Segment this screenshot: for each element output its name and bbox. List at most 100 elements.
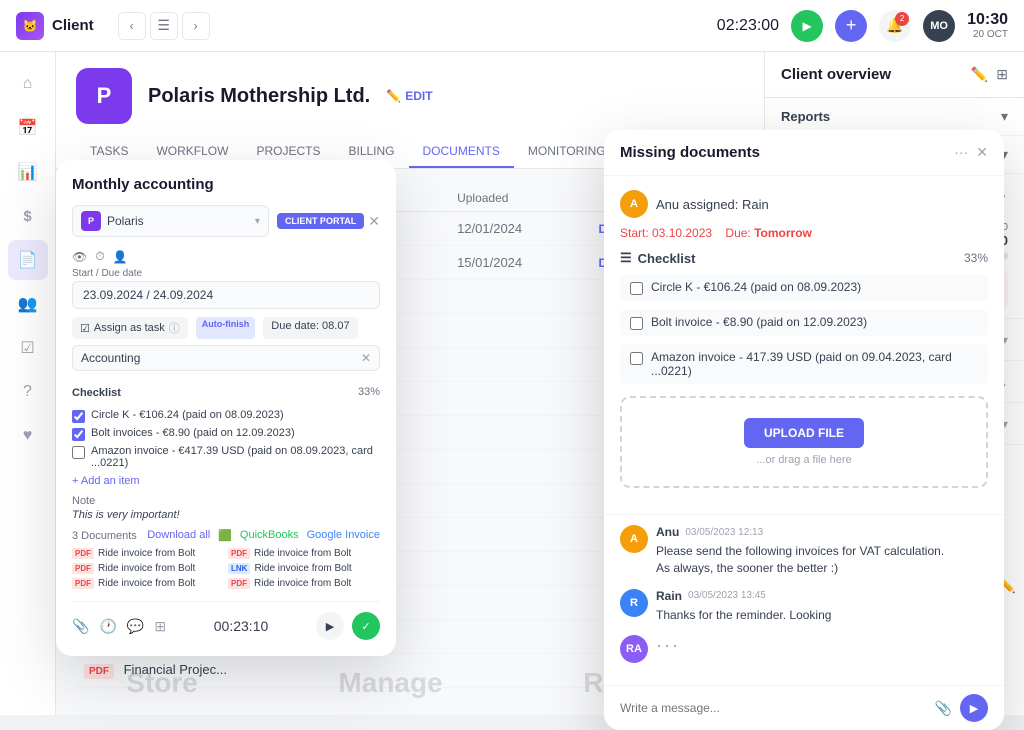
- doc-cell-uploaded: [449, 552, 590, 586]
- docs-header: 3 Documents Download all 🟩 QuickBooks Go…: [72, 529, 380, 542]
- modal-doc-item[interactable]: PDF Ride invoice from Bolt: [228, 578, 380, 589]
- sidebar-item-help[interactable]: ?: [8, 372, 48, 412]
- client-selector[interactable]: P Polaris ▾: [72, 205, 269, 237]
- doc-icon: LNK: [228, 563, 250, 574]
- upload-button[interactable]: UPLOAD FILE: [744, 418, 864, 448]
- due-date-badge[interactable]: Due date: 08.07: [263, 317, 357, 339]
- eye-icon: 👁: [72, 250, 87, 264]
- nav-list-button[interactable]: ☰: [150, 12, 178, 40]
- chat-date: 03/05/2023 13:45: [688, 590, 766, 601]
- missing-checklist-section: ☰ Checklist 33% Circle K - €106.24 (paid…: [620, 250, 988, 384]
- docs-actions: Download all 🟩 QuickBooks Google Invoice: [147, 529, 380, 542]
- checklist-checkbox[interactable]: [72, 428, 85, 441]
- sidebar-item-users[interactable]: 👥: [8, 284, 48, 324]
- modal-close-icon[interactable]: ✕: [368, 213, 380, 230]
- more-icon[interactable]: ···: [954, 144, 968, 161]
- download-all-link[interactable]: Download all: [147, 529, 210, 542]
- checklist-checkbox[interactable]: [72, 446, 85, 459]
- sidebar-item-calendar[interactable]: 📅: [8, 108, 48, 148]
- sidebar-item-billing[interactable]: $: [8, 196, 48, 236]
- chat-section: A Anu 03/05/2023 12:13 Please send the f…: [604, 514, 1004, 685]
- topic-row[interactable]: Accounting ✕: [72, 345, 380, 371]
- top-bar: 🐱 Client ‹ ☰ › 02:23:00 ▶ + 🔔 2 MO 10:30…: [0, 0, 1024, 52]
- missing-checklist-items: Circle K - €106.24 (paid on 08.09.2023) …: [620, 274, 988, 384]
- share-icon[interactable]: ⊞: [154, 618, 166, 635]
- client-name-row: Polaris Mothership Ltd. ✏️ EDIT: [148, 85, 433, 108]
- modal-checklist-item: Circle K - €106.24 (paid on 08.09.2023): [72, 409, 380, 423]
- clock: 10:30 20 OCT: [967, 11, 1008, 40]
- missing-checklist-item: Circle K - €106.24 (paid on 08.09.2023): [620, 274, 988, 301]
- typing-dots: ···: [656, 635, 680, 655]
- checklist-label: Checklist: [72, 387, 121, 399]
- assign-task-icon: ☑: [80, 322, 90, 335]
- doc-item-text: Ride invoice from Bolt: [98, 578, 195, 589]
- clock-icon[interactable]: 🕐: [99, 618, 116, 635]
- checklist-title: Checklist: [638, 251, 696, 266]
- start-date: Start: 03.10.2023: [620, 226, 712, 240]
- doc-item-text: Ride invoice from Bolt: [98, 563, 195, 574]
- upload-area[interactable]: UPLOAD FILE ...or drag a file here: [620, 396, 988, 488]
- modal-doc-item[interactable]: PDF Ride invoice from Bolt: [72, 578, 224, 589]
- assigned-row: A Anu assigned: Rain: [620, 190, 988, 218]
- bottom-label-manage: Manage: [338, 667, 442, 699]
- monthly-modal-title: Monthly accounting: [72, 176, 380, 193]
- docs-section-modal: 3 Documents Download all 🟩 QuickBooks Go…: [72, 529, 380, 589]
- nav-back-button[interactable]: ‹: [118, 12, 146, 40]
- missing-checklist-text: Circle K - €106.24 (paid on 08.09.2023): [651, 280, 861, 294]
- auto-finish-badge[interactable]: Auto-finish: [196, 317, 256, 339]
- reports-chevron-icon[interactable]: ▾: [1001, 108, 1008, 125]
- chat-send-button[interactable]: ▶: [960, 694, 988, 722]
- checklist-checkbox[interactable]: [72, 410, 85, 423]
- tab-documents[interactable]: DOCUMENTS: [409, 136, 514, 168]
- edit-link[interactable]: ✏️ EDIT: [386, 89, 432, 103]
- user-avatar[interactable]: MO: [923, 10, 955, 42]
- start-due-value[interactable]: 23.09.2024 / 24.09.2024: [72, 281, 380, 309]
- nav-forward-button[interactable]: ›: [182, 12, 210, 40]
- add-item-link[interactable]: + Add an item: [72, 475, 380, 487]
- missing-checklist-item: Bolt invoice - €8.90 (paid on 12.09.2023…: [620, 309, 988, 336]
- client-portal-badge[interactable]: CLIENT PORTAL: [277, 213, 364, 229]
- edit-icon[interactable]: ✏️: [971, 66, 988, 83]
- comment-icon[interactable]: 💬: [127, 618, 144, 635]
- sidebar-item-chart[interactable]: 📊: [8, 152, 48, 192]
- play-button[interactable]: ▶: [791, 10, 823, 42]
- assign-task-badge[interactable]: ☑ Assign as task ⓘ: [72, 317, 188, 339]
- missing-modal-close-icon[interactable]: ✕: [976, 144, 988, 161]
- note-section: Note This is very important!: [72, 495, 380, 521]
- modal-checklist-item: Amazon invoice - €417.39 USD (paid on 08…: [72, 445, 380, 469]
- google-invoice-label[interactable]: Google Invoice: [307, 529, 380, 542]
- notification-button[interactable]: 🔔 2: [879, 10, 911, 42]
- notification-badge: 2: [895, 12, 909, 26]
- doc-cell-uploaded: [449, 450, 590, 484]
- note-label: Note: [72, 495, 380, 507]
- monthly-accounting-modal: Monthly accounting P Polaris ▾ CLIENT PO…: [56, 160, 396, 656]
- sidebar-item-documents[interactable]: 📄: [8, 240, 48, 280]
- missing-checklist-checkbox[interactable]: [630, 352, 643, 365]
- modal-doc-item[interactable]: PDF Ride invoice from Bolt: [72, 548, 224, 559]
- sidebar-item-favorites[interactable]: ♥: [8, 416, 48, 456]
- missing-checklist-checkbox[interactable]: [630, 317, 643, 330]
- right-panel-icons: ✏️ ⊞: [971, 66, 1008, 83]
- chat-input[interactable]: [620, 701, 927, 715]
- doc-item-text: Ride invoice from Bolt: [254, 578, 351, 589]
- missing-checklist-checkbox[interactable]: [630, 282, 643, 295]
- reports-header: Reports ▾: [781, 108, 1008, 125]
- sidebar-item-checklist[interactable]: ☑: [8, 328, 48, 368]
- polaris-avatar: P: [81, 211, 101, 231]
- add-button[interactable]: +: [835, 10, 867, 42]
- chat-content: Rain 03/05/2023 13:45 Thanks for the rem…: [656, 589, 988, 624]
- modal-play-button[interactable]: ▶: [316, 612, 344, 640]
- doc-icon: PDF: [228, 578, 250, 589]
- modal-doc-item[interactable]: PDF Ride invoice from Bolt: [228, 548, 380, 559]
- expand-icon[interactable]: ⊞: [996, 66, 1008, 83]
- doc-item-text: Ride invoice from Bolt: [254, 548, 351, 559]
- modal-doc-item[interactable]: LNK Ride invoice from Bolt: [228, 563, 380, 574]
- modal-complete-button[interactable]: ✓: [352, 612, 380, 640]
- quickbooks-label[interactable]: QuickBooks: [240, 529, 299, 542]
- attachment-icon[interactable]: 📎: [935, 700, 952, 717]
- sidebar-item-home[interactable]: ⌂: [8, 64, 48, 104]
- quickbooks-icon[interactable]: 🟩: [218, 529, 232, 542]
- modal-doc-item[interactable]: PDF Ride invoice from Bolt: [72, 563, 224, 574]
- modal-top-actions: CLIENT PORTAL ✕: [277, 213, 380, 230]
- attachment-icon[interactable]: 📎: [72, 618, 89, 635]
